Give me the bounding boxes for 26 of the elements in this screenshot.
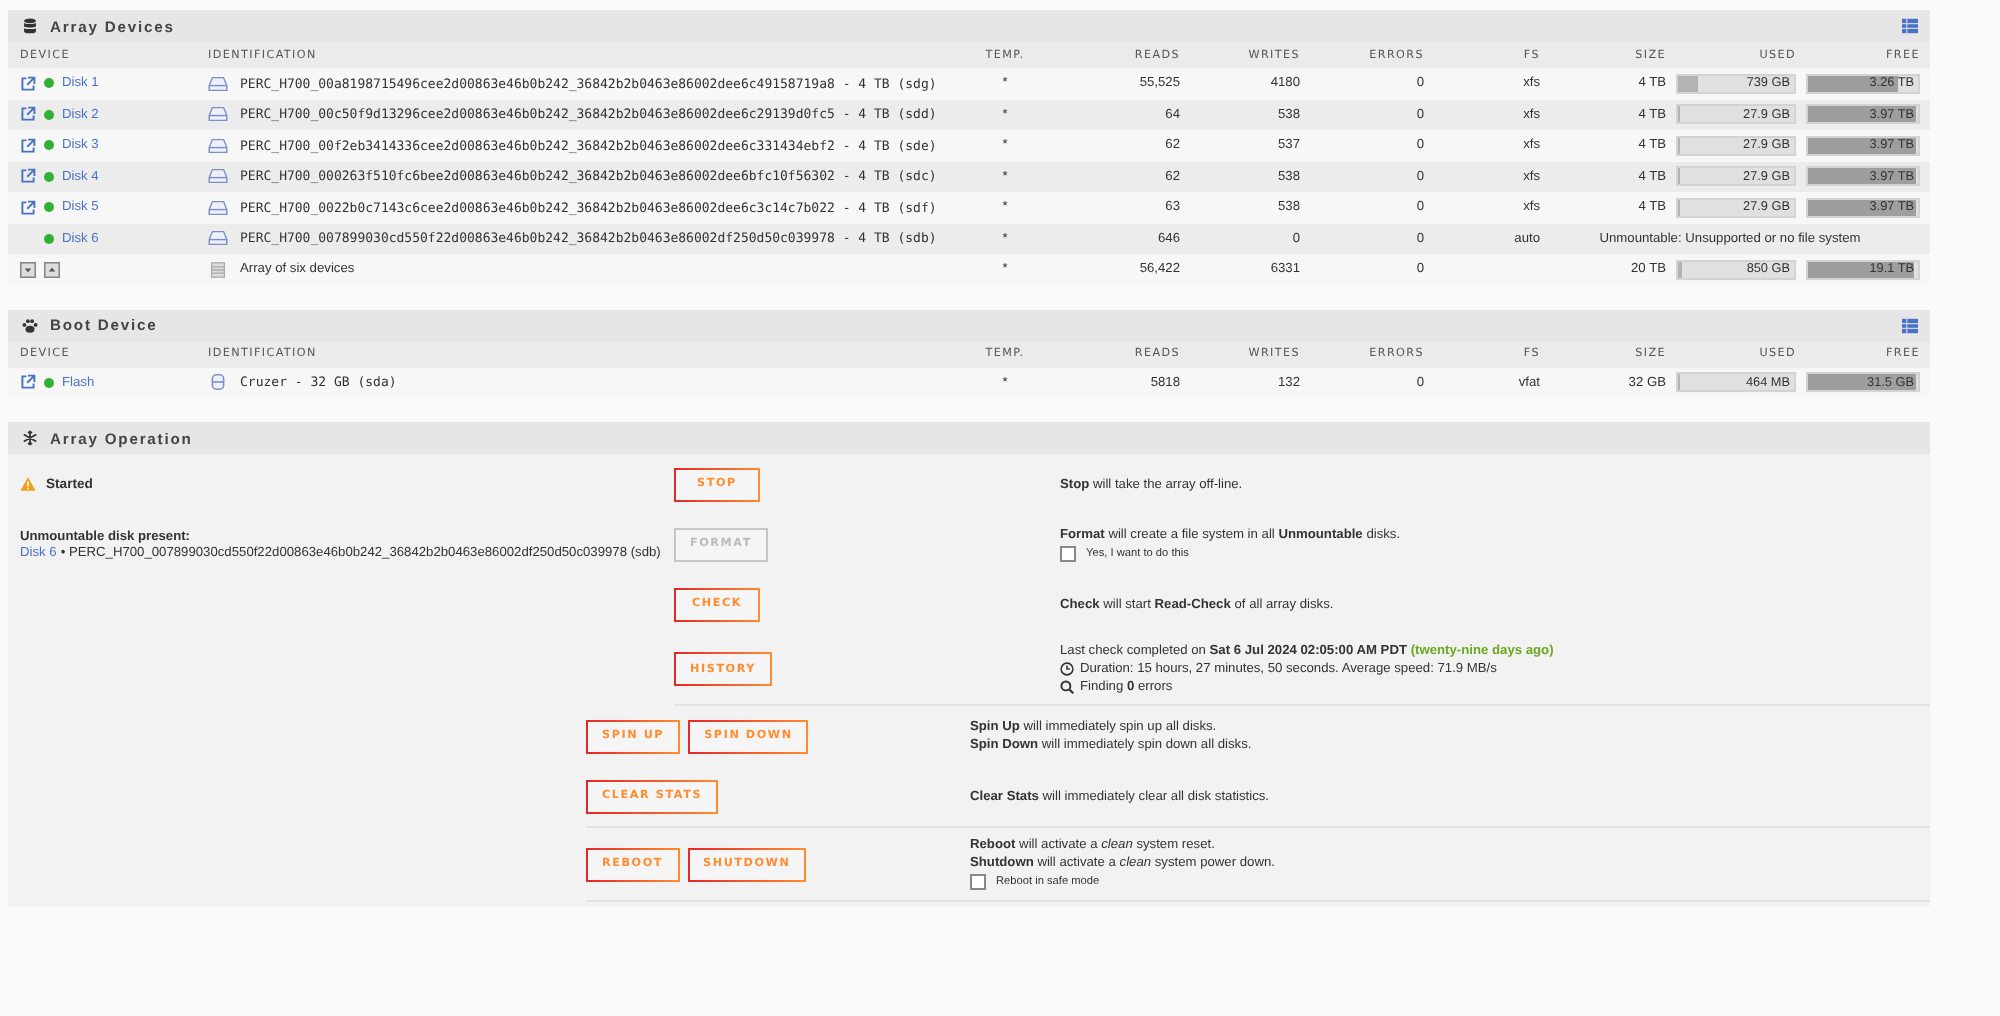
drive-icon: [208, 199, 228, 216]
external-link-icon[interactable]: [20, 106, 36, 123]
list-view-icon[interactable]: [1902, 317, 1918, 333]
expand-icon[interactable]: [20, 261, 36, 278]
collapse-icon[interactable]: [44, 261, 60, 278]
external-link-icon[interactable]: [20, 168, 36, 185]
paw-icon: [22, 317, 38, 333]
external-link-icon[interactable]: [20, 75, 36, 92]
database-icon: [22, 18, 38, 34]
external-link-icon[interactable]: [20, 137, 36, 154]
drive-icon: [208, 137, 228, 154]
search-icon: [1060, 680, 1074, 694]
flash-drive-icon: [208, 374, 228, 391]
drive-icon: [208, 75, 228, 92]
external-link-icon[interactable]: [20, 374, 36, 391]
checkbox[interactable]: [1060, 545, 1076, 561]
snowflake-icon: [22, 430, 38, 446]
clock-icon: [1060, 662, 1074, 676]
array-icon: [208, 261, 228, 278]
drive-icon: [208, 106, 228, 123]
warning-icon: [20, 476, 36, 492]
drive-icon: [208, 168, 228, 185]
checkbox[interactable]: [970, 874, 986, 890]
list-view-icon[interactable]: [1902, 18, 1918, 34]
external-link-icon[interactable]: [20, 199, 36, 216]
drive-icon: [208, 230, 228, 247]
